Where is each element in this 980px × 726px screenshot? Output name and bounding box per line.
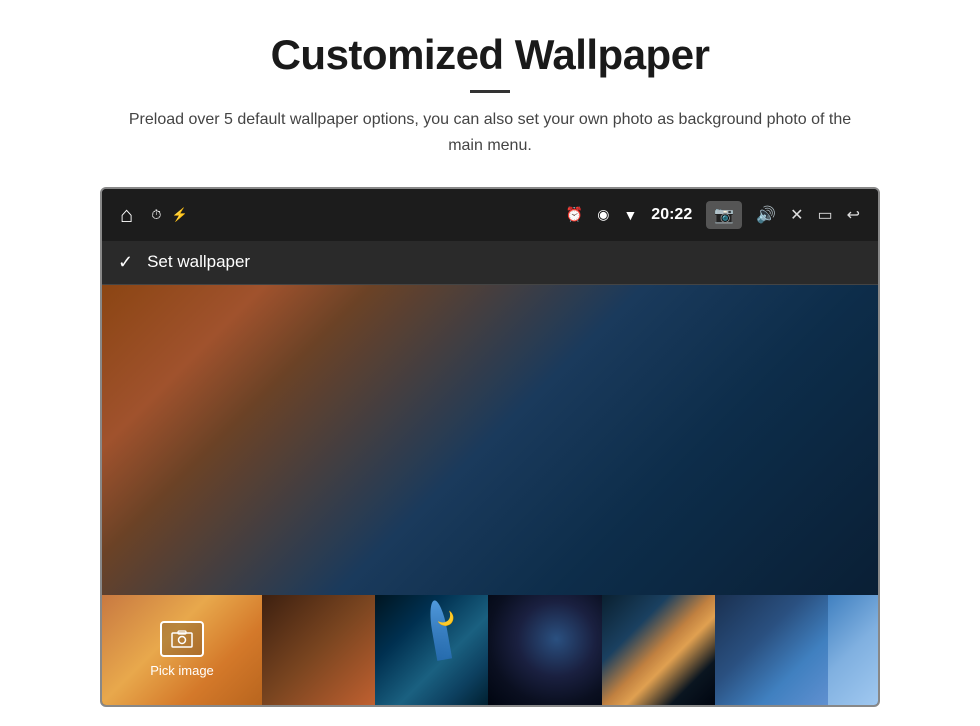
wallpaper-thumb-3[interactable] <box>375 595 488 705</box>
usb-icon: ⚡ <box>171 207 187 223</box>
wallpaper-thumb-2[interactable] <box>262 595 375 705</box>
home-icon[interactable]: ⌂ <box>120 202 133 228</box>
wallpaper-thumb-4[interactable] <box>488 595 601 705</box>
page-subtitle: Preload over 5 default wallpaper options… <box>110 107 870 158</box>
status-bar: ⌂ ⏱ ⚡ ⏰ ◉ ▼ 20:22 📷 🔊 ✕ ▭ ↩ <box>102 189 878 241</box>
set-wallpaper-label: Set wallpaper <box>147 252 250 272</box>
pick-image-icon <box>160 621 204 657</box>
page-wrapper: Customized Wallpaper Preload over 5 defa… <box>0 0 980 726</box>
device-mockup: ⌂ ⏱ ⚡ ⏰ ◉ ▼ 20:22 📷 🔊 ✕ ▭ ↩ ✓ Set wallp <box>100 187 880 707</box>
location-icon: ◉ <box>597 206 609 223</box>
pick-image-label: Pick image <box>150 663 214 678</box>
status-icons-left: ⏱ ⚡ <box>151 207 187 223</box>
close-icon[interactable]: ✕ <box>790 205 803 225</box>
wallpaper-thumb-6[interactable] <box>715 595 828 705</box>
camera-icon[interactable]: 📷 <box>706 201 742 229</box>
status-left: ⌂ ⏱ ⚡ <box>120 202 188 228</box>
thumbnail-strip: Pick image <box>102 595 878 705</box>
status-time: 20:22 <box>651 206 692 224</box>
volume-icon[interactable]: 🔊 <box>756 205 776 225</box>
alarm-icon: ⏰ <box>566 206 583 223</box>
wallpaper-preview <box>102 285 878 595</box>
pick-image-thumb[interactable]: Pick image <box>102 595 262 705</box>
check-icon[interactable]: ✓ <box>118 252 133 273</box>
window-icon[interactable]: ▭ <box>817 205 832 225</box>
wallpaper-thumb-5[interactable] <box>602 595 715 705</box>
wifi-icon: ▼ <box>623 207 637 223</box>
back-icon[interactable]: ↩ <box>847 205 860 225</box>
title-divider <box>470 90 510 93</box>
wallpaper-thumb-7[interactable] <box>828 595 878 705</box>
page-title: Customized Wallpaper <box>110 30 870 80</box>
action-bar: ✓ Set wallpaper <box>102 241 878 285</box>
title-section: Customized Wallpaper Preload over 5 defa… <box>110 30 870 159</box>
status-right: ⏰ ◉ ▼ 20:22 📷 🔊 ✕ ▭ ↩ <box>566 201 860 229</box>
clock-icon: ⏱ <box>151 207 161 223</box>
